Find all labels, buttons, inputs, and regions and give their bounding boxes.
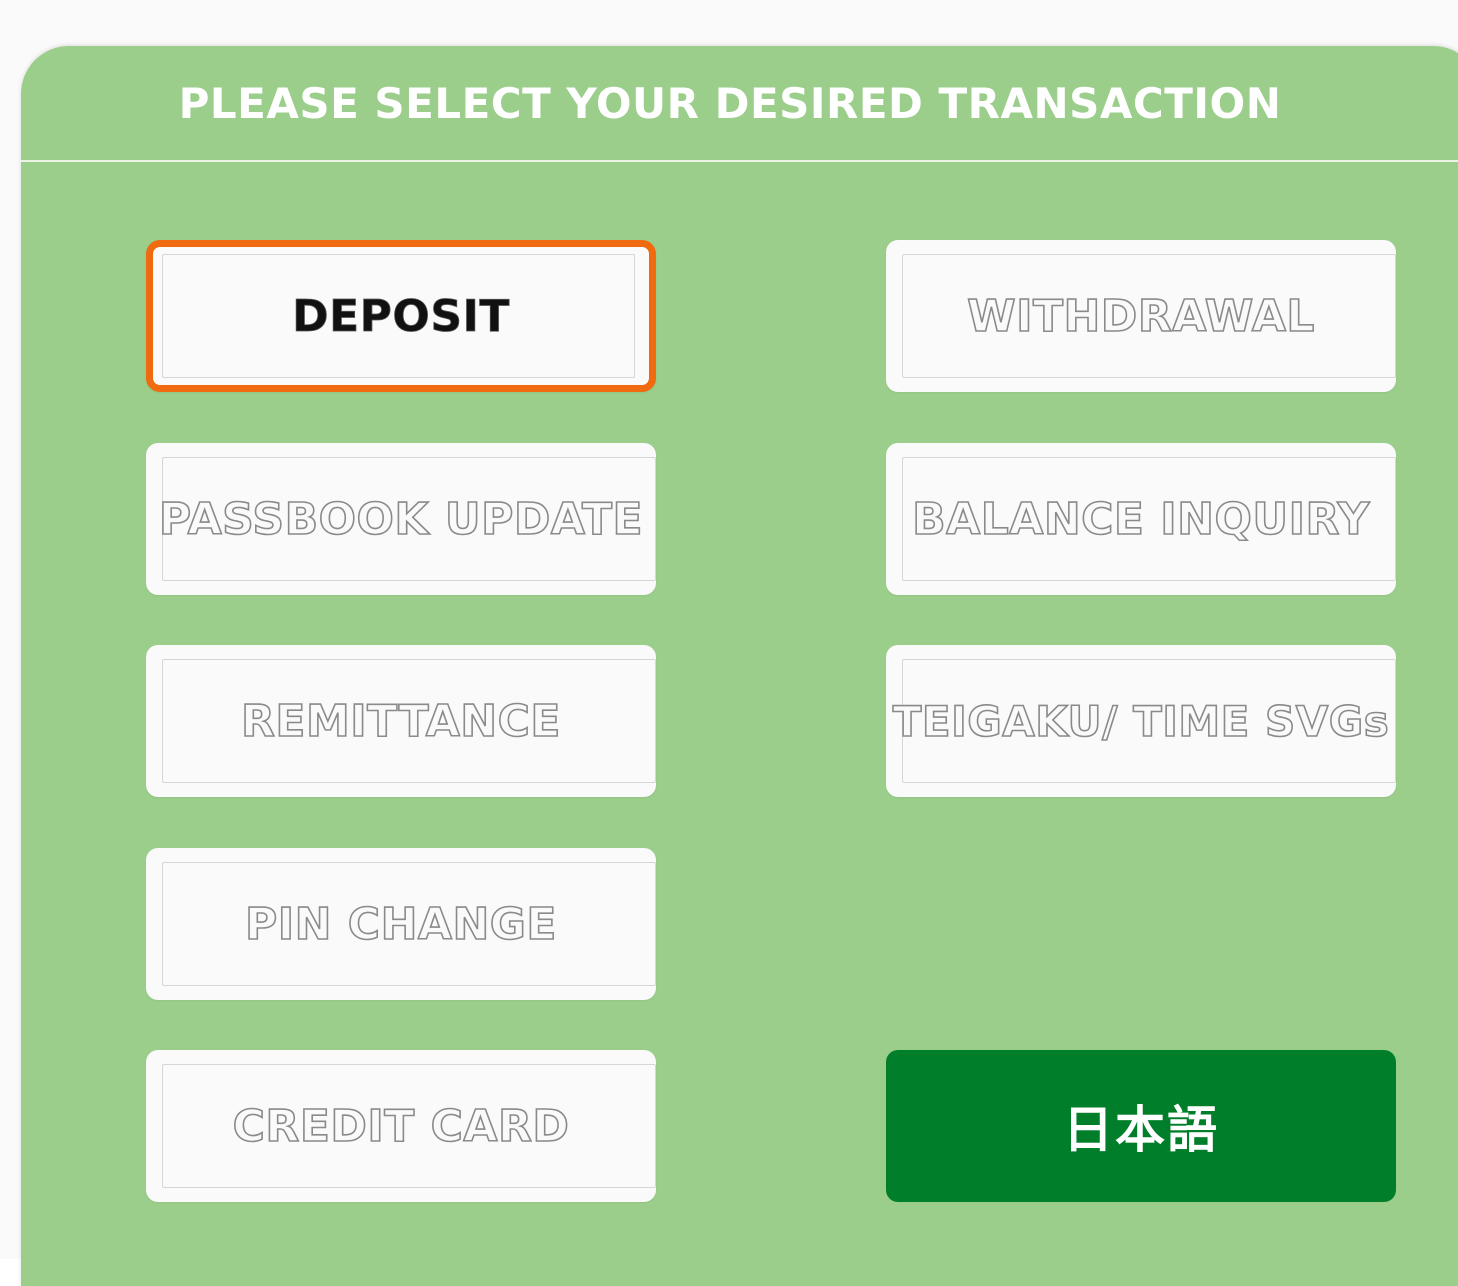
remittance-label: REMITTANCE: [240, 695, 561, 748]
deposit-button[interactable]: DEPOSIT: [146, 240, 656, 392]
balance-inquiry-label: BALANCE INQUIRY: [911, 493, 1370, 546]
teigaku-time-savings-label: TEIGAKU/ TIME SVGs: [892, 696, 1390, 747]
credit-card-button[interactable]: CREDIT CARD: [146, 1050, 656, 1202]
credit-card-label: CREDIT CARD: [232, 1100, 570, 1153]
remittance-button[interactable]: REMITTANCE: [146, 645, 656, 797]
withdrawal-label: WITHDRAWAL: [966, 290, 1315, 343]
japanese-language-label: 日本語: [1063, 1101, 1219, 1159]
passbook-update-label: PASSBOOK UPDATE: [158, 493, 644, 546]
title-divider: [21, 160, 1458, 162]
passbook-update-button[interactable]: PASSBOOK UPDATE: [146, 443, 656, 595]
pin-change-label: PIN CHANGE: [244, 898, 557, 951]
japanese-language-button[interactable]: 日本語: [886, 1050, 1396, 1202]
balance-inquiry-button[interactable]: BALANCE INQUIRY: [886, 443, 1396, 595]
pin-change-button[interactable]: PIN CHANGE: [146, 848, 656, 1000]
panel-title: PLEASE SELECT YOUR DESIRED TRANSACTION: [178, 78, 1282, 128]
teigaku-time-savings-button[interactable]: TEIGAKU/ TIME SVGs: [886, 645, 1396, 797]
withdrawal-button[interactable]: WITHDRAWAL: [886, 240, 1396, 392]
deposit-label: DEPOSIT: [292, 290, 510, 342]
